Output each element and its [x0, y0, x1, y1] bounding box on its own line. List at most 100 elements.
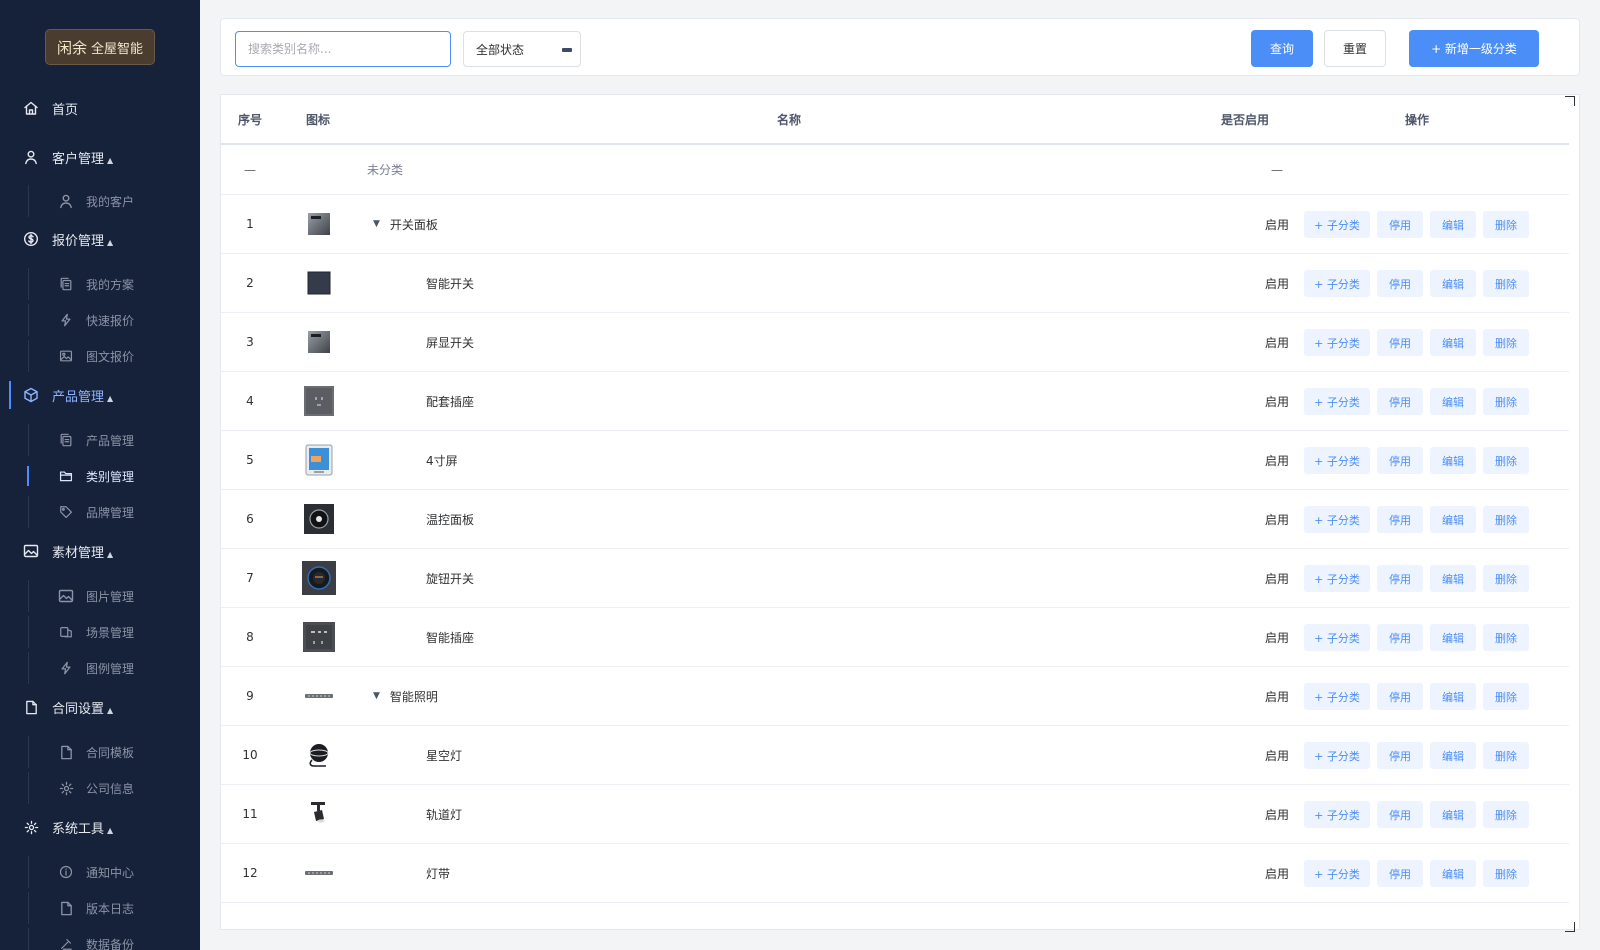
- delete-button[interactable]: 删除: [1483, 447, 1529, 474]
- delete-button[interactable]: 删除: [1483, 388, 1529, 415]
- add-subcategory-button[interactable]: + 子分类: [1304, 683, 1370, 710]
- row-index: 5: [246, 453, 254, 467]
- delete-button[interactable]: 删除: [1483, 860, 1529, 887]
- menu-item-7[interactable]: 产品管理 ▲: [0, 377, 200, 413]
- delete-button[interactable]: 删除: [1483, 506, 1529, 533]
- delete-button[interactable]: 删除: [1483, 742, 1529, 769]
- disable-button[interactable]: 停用: [1377, 211, 1423, 238]
- delete-button[interactable]: 删除: [1483, 683, 1529, 710]
- add-subcategory-button[interactable]: + 子分类: [1304, 211, 1370, 238]
- delete-button[interactable]: 删除: [1483, 624, 1529, 651]
- menu-item-3[interactable]: 报价管理 ▲: [0, 221, 200, 257]
- submenu-item-5[interactable]: 快速报价: [0, 304, 200, 336]
- disable-button[interactable]: 停用: [1377, 329, 1423, 356]
- edit-button[interactable]: 编辑: [1430, 447, 1476, 474]
- scroll-bottom-icon[interactable]: [1565, 922, 1575, 932]
- menu-guide-line: [28, 856, 29, 888]
- row-index: 9: [246, 689, 254, 703]
- expand-toggle-icon[interactable]: ▼: [373, 219, 380, 229]
- disable-button[interactable]: 停用: [1377, 683, 1423, 710]
- expand-toggle-icon[interactable]: ▼: [373, 691, 380, 701]
- status-select[interactable]: 全部状态: [463, 31, 581, 67]
- edit-button[interactable]: 编辑: [1430, 565, 1476, 592]
- add-subcategory-button[interactable]: + 子分类: [1304, 860, 1370, 887]
- add-category-button[interactable]: + 新增一级分类: [1409, 30, 1539, 67]
- table-row[interactable]: 5 4寸屏 启用 + 子分类 停用 编辑 删除: [221, 431, 1569, 490]
- submenu-item-4[interactable]: 我的方案: [0, 268, 200, 300]
- disable-button[interactable]: 停用: [1377, 624, 1423, 651]
- add-subcategory-button[interactable]: + 子分类: [1304, 742, 1370, 769]
- table-row[interactable]: 3 屏显开关 启用 + 子分类 停用 编辑 删除: [221, 313, 1569, 372]
- submenu-item-6[interactable]: 图文报价: [0, 340, 200, 372]
- submenu-item-19[interactable]: 通知中心: [0, 856, 200, 888]
- table-row[interactable]: 9 ▼ 智能照明 启用 + 子分类 停用 编辑 删除: [221, 667, 1569, 726]
- delete-button[interactable]: 删除: [1483, 211, 1529, 238]
- edit-button[interactable]: 编辑: [1430, 211, 1476, 238]
- disable-button[interactable]: 停用: [1377, 388, 1423, 415]
- submenu-item-12[interactable]: 图片管理: [0, 580, 200, 612]
- add-subcategory-button[interactable]: + 子分类: [1304, 270, 1370, 297]
- menu-item-18[interactable]: 系统工具 ▲: [0, 809, 200, 845]
- table-row[interactable]: 7 旋钮开关 启用 + 子分类 停用 编辑 删除: [221, 549, 1569, 608]
- disable-button[interactable]: 停用: [1377, 447, 1423, 474]
- category-thumbnail: [301, 442, 337, 478]
- delete-button[interactable]: 删除: [1483, 565, 1529, 592]
- table-row[interactable]: 11 轨道灯 启用 + 子分类 停用 编辑 删除: [221, 785, 1569, 844]
- table-row[interactable]: 2 智能开关 启用 + 子分类 停用 编辑 删除: [221, 254, 1569, 313]
- menu-item-1[interactable]: 客户管理 ▲: [0, 139, 200, 175]
- menu-item-11[interactable]: 素材管理 ▲: [0, 533, 200, 569]
- copy-icon: [58, 432, 74, 448]
- submenu-item-21[interactable]: 数据备份: [0, 928, 200, 950]
- disable-button[interactable]: 停用: [1377, 801, 1423, 828]
- table-row-uncategorized[interactable]: — 未分类 —: [221, 145, 1569, 195]
- delete-button[interactable]: 删除: [1483, 270, 1529, 297]
- edit-button[interactable]: 编辑: [1430, 624, 1476, 651]
- edit-button[interactable]: 编辑: [1430, 860, 1476, 887]
- delete-button[interactable]: 删除: [1483, 329, 1529, 356]
- menu-item-0[interactable]: 首页: [0, 90, 200, 126]
- disable-button[interactable]: 停用: [1377, 270, 1423, 297]
- add-subcategory-button[interactable]: + 子分类: [1304, 447, 1370, 474]
- table-row[interactable]: 8 智能插座 启用 + 子分类 停用 编辑 删除: [221, 608, 1569, 667]
- submenu-item-20[interactable]: 版本日志: [0, 892, 200, 924]
- add-subcategory-button[interactable]: + 子分类: [1304, 801, 1370, 828]
- query-button[interactable]: 查询: [1251, 30, 1313, 67]
- add-subcategory-button[interactable]: + 子分类: [1304, 565, 1370, 592]
- submenu-item-2[interactable]: 我的客户: [0, 185, 200, 217]
- edit-button[interactable]: 编辑: [1430, 742, 1476, 769]
- submenu-item-17[interactable]: 公司信息: [0, 772, 200, 804]
- disable-button[interactable]: 停用: [1377, 860, 1423, 887]
- scroll-top-icon[interactable]: [1565, 96, 1575, 106]
- edit-button[interactable]: 编辑: [1430, 388, 1476, 415]
- reset-button[interactable]: 重置: [1324, 30, 1386, 67]
- submenu-item-9[interactable]: 类别管理: [0, 460, 200, 492]
- submenu-item-13[interactable]: 场景管理: [0, 616, 200, 648]
- disable-button[interactable]: 停用: [1377, 565, 1423, 592]
- submenu-item-14[interactable]: 图例管理: [0, 652, 200, 684]
- edit-button[interactable]: 编辑: [1430, 683, 1476, 710]
- table-row[interactable]: 6 温控面板 启用 + 子分类 停用 编辑 删除: [221, 490, 1569, 549]
- row-name: 未分类: [367, 163, 404, 177]
- edit-button[interactable]: 编辑: [1430, 329, 1476, 356]
- add-subcategory-button[interactable]: + 子分类: [1304, 624, 1370, 651]
- submenu-item-16[interactable]: 合同模板: [0, 736, 200, 768]
- delete-button[interactable]: 删除: [1483, 801, 1529, 828]
- table-row[interactable]: 4 配套插座 启用 + 子分类 停用 编辑 删除: [221, 372, 1569, 431]
- table-row[interactable]: 1 ▼ 开关面板 启用 + 子分类 停用 编辑 删除: [221, 195, 1569, 254]
- disable-button[interactable]: 停用: [1377, 742, 1423, 769]
- add-subcategory-button[interactable]: + 子分类: [1304, 506, 1370, 533]
- submenu-item-8[interactable]: 产品管理: [0, 424, 200, 456]
- edit-button[interactable]: 编辑: [1430, 801, 1476, 828]
- disable-button[interactable]: 停用: [1377, 506, 1423, 533]
- add-subcategory-button[interactable]: + 子分类: [1304, 329, 1370, 356]
- edit-button[interactable]: 编辑: [1430, 270, 1476, 297]
- search-input[interactable]: [235, 31, 451, 67]
- menu-item-15[interactable]: 合同设置 ▲: [0, 689, 200, 725]
- submenu-item-10[interactable]: 品牌管理: [0, 496, 200, 528]
- edit-button[interactable]: 编辑: [1430, 506, 1476, 533]
- table-row[interactable]: 12 灯带 启用 + 子分类 停用 编辑 删除: [221, 844, 1569, 903]
- category-table: 序号 图标 名称 是否启用 操作 — 未分类 — 1 ▼ 开关面板 启用 + 子…: [220, 94, 1580, 930]
- table-row[interactable]: 10 星空灯 启用 + 子分类 停用 编辑 删除: [221, 726, 1569, 785]
- image-icon: [22, 542, 40, 560]
- add-subcategory-button[interactable]: + 子分类: [1304, 388, 1370, 415]
